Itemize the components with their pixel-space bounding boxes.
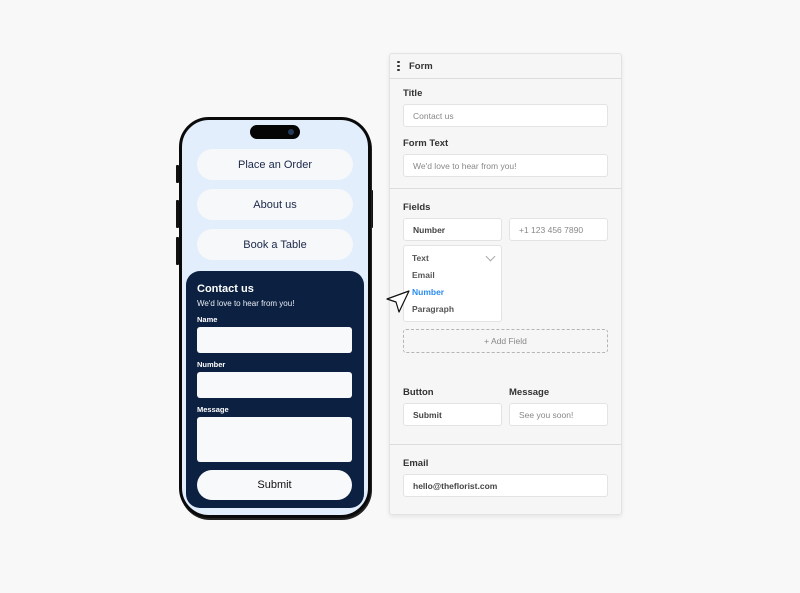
camera-icon (288, 129, 294, 135)
place-order-button[interactable]: Place an Order (197, 149, 353, 180)
number-label: Number (197, 360, 226, 369)
panel-title: Form (409, 60, 433, 72)
message-textarea[interactable] (197, 417, 352, 462)
form-text-input[interactable]: We'd love to hear from you! (403, 154, 608, 177)
dynamic-island (250, 125, 300, 139)
field-placeholder-input[interactable]: +1 123 456 7890 (509, 218, 608, 241)
add-field-button[interactable]: + Add Field (403, 329, 608, 353)
dropdown-option-number[interactable]: Number (412, 285, 501, 302)
field-type-dropdown: Text Email Number Paragraph (403, 245, 502, 322)
name-label: Name (197, 315, 218, 324)
book-table-button[interactable]: Book a Table (197, 229, 353, 260)
submit-button[interactable]: Submit (197, 470, 352, 500)
email-input[interactable]: hello@theflorist.com (403, 474, 608, 497)
message-label: Message (197, 405, 229, 414)
contact-title: Contact us (197, 283, 254, 295)
message-label-panel: Message (509, 387, 550, 398)
title-input[interactable]: Contact us (403, 104, 608, 127)
about-us-button[interactable]: About us (197, 189, 353, 220)
email-label: Email (403, 458, 429, 469)
message-input[interactable]: See you soon! (509, 403, 608, 426)
panel-header: Form (390, 54, 621, 79)
field-type-select[interactable]: Number (403, 218, 502, 241)
fields-label: Fields (403, 202, 431, 213)
title-section: Title Contact us Form Text We'd love to … (390, 79, 621, 189)
number-input[interactable] (197, 372, 352, 398)
title-label: Title (403, 88, 423, 99)
contact-subtitle: We'd love to hear from you! (197, 299, 295, 308)
phone-preview: Place an Order About us Book a Table Con… (179, 117, 371, 518)
dropdown-option-paragraph[interactable]: Paragraph (412, 302, 501, 319)
button-text-input[interactable]: Submit (403, 403, 502, 426)
contact-form-card: Contact us We'd love to hear from you! N… (186, 271, 364, 508)
vertical-dots-icon[interactable] (397, 60, 401, 72)
email-section: Email hello@theflorist.com (390, 445, 621, 497)
form-editor-panel: Form Title Contact us Form Text We'd lov… (389, 53, 622, 515)
form-text-label: Form Text (403, 138, 449, 149)
fields-section: Fields Number +1 123 456 7890 Text Email… (390, 189, 621, 445)
button-label: Button (403, 387, 434, 398)
mouse-cursor-icon (386, 290, 410, 313)
dropdown-option-email[interactable]: Email (412, 268, 501, 285)
name-input[interactable] (197, 327, 352, 353)
